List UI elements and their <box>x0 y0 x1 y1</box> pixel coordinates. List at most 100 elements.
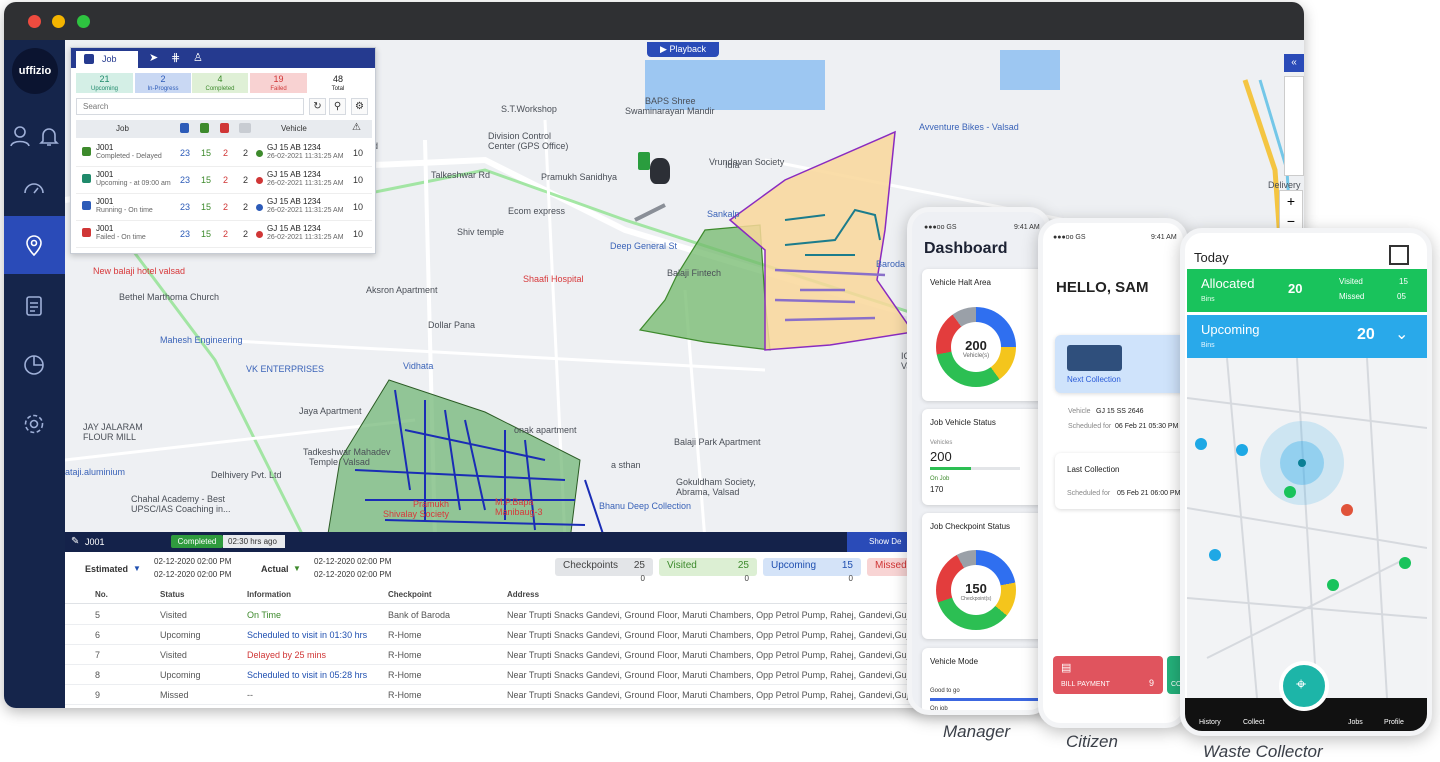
job-row[interactable]: J001 Completed - Delayed 23 15 2 2 GJ 15 AB 12… <box>76 140 372 167</box>
last-collection-card[interactable]: Last Collection Scheduled for 05 Feb 21 … <box>1055 453 1183 509</box>
map-poi-label[interactable]: Abrama, Valsad <box>676 487 739 497</box>
collapse-panel-button[interactable]: « <box>1284 54 1304 72</box>
next-collection-card[interactable]: Next Collection <box>1055 335 1183 393</box>
map-poi-label[interactable]: Division Control <box>488 131 551 141</box>
halt-area-card[interactable]: Vehicle Halt Area 200 Vehicle(s) <box>922 269 1046 401</box>
map-poi-label[interactable]: Mahesh Engineering <box>160 335 243 345</box>
tab-job[interactable]: Job <box>76 51 138 68</box>
map-poi-label[interactable]: Shaafi Hospital <box>523 274 584 284</box>
map-poi-label[interactable]: onak apartment <box>514 425 577 435</box>
navigation-arrow-icon[interactable]: ➤ <box>149 51 158 64</box>
table-row[interactable]: 7 Visited Delayed by 25 mins R-Home Near Tru… <box>65 645 939 665</box>
pill-upcoming[interactable]: Upcoming 15 0 <box>763 558 861 583</box>
map-poi-label[interactable]: S.T.Workshop <box>501 104 557 114</box>
map-poi-label[interactable]: Idia <box>725 160 740 170</box>
close-window-button[interactable] <box>28 15 41 28</box>
map-poi-label[interactable]: Avventure Bikes - Valsad <box>919 122 1019 132</box>
report-icon[interactable] <box>22 294 46 318</box>
pie-chart-icon[interactable] <box>22 353 46 377</box>
bin-marker[interactable] <box>638 152 650 170</box>
settings-icon[interactable]: ⚙ <box>351 98 368 115</box>
map-poi-label[interactable]: Gokuldham Society, <box>676 477 756 487</box>
map-poi-label[interactable]: BAPS Shree <box>645 96 696 106</box>
playback-button[interactable]: ▶ Playback <box>647 42 719 57</box>
pill-visited[interactable]: Visited 25 0 <box>659 558 757 583</box>
sidebar-item-jobs-active[interactable] <box>4 216 65 274</box>
map-poi-label[interactable]: a sthan <box>611 460 641 470</box>
map-poi-label[interactable]: Delhivery Pvt. Ltd <box>211 470 282 480</box>
map-poi-label[interactable]: FLOUR MILL <box>83 432 136 442</box>
bill-payment-button[interactable]: ▤ BILL PAYMENT 9 <box>1053 656 1163 694</box>
nav-profile[interactable]: Profile <box>1384 719 1404 726</box>
map-poi-label[interactable]: Manibaug-3 <box>495 507 543 517</box>
map-poi-label[interactable]: Pramukh Sanidhya <box>541 172 617 182</box>
table-row[interactable]: 6 Upcoming Scheduled to visit in 01:30 hrs… <box>65 625 939 645</box>
map-poi-label[interactable]: Bethel Marthoma Church <box>119 292 219 302</box>
summary-in-progress[interactable]: 2 In-Progress <box>135 73 191 93</box>
zoom-controls[interactable]: + − <box>1279 190 1303 232</box>
collector-map[interactable] <box>1187 358 1427 698</box>
map-poi-label[interactable]: Talkeshwar Rd <box>431 170 490 180</box>
job-row[interactable]: J001 Upcoming - at 09:00 am 23 15 2 2 GJ 15 AB… <box>76 167 372 194</box>
map-poi-label[interactable]: JAY JALARAM <box>83 422 143 432</box>
map-poi-label[interactable]: Shivalay Society <box>383 509 449 519</box>
map-poi-label[interactable]: Aksron Apartment <box>366 285 438 295</box>
table-row[interactable]: 9 Missed -- R-Home Near Trupti Snacks Gandev… <box>65 685 939 705</box>
speedometer-icon[interactable] <box>22 177 46 201</box>
map-poi-label[interactable]: Delivery <box>1268 180 1301 190</box>
minimize-window-button[interactable] <box>52 15 65 28</box>
refresh-icon[interactable]: ↻ <box>309 98 326 115</box>
vehicle-mode-card[interactable]: Vehicle Mode Good to go On job <box>922 648 1046 710</box>
map-poi-label[interactable]: Temple, Valsad <box>309 457 370 467</box>
map-poi-label[interactable]: Pramukh <box>413 499 449 509</box>
map-fab-button[interactable]: ⌖ <box>1279 661 1329 711</box>
map-poi-label[interactable]: Jaya Apartment <box>299 406 362 416</box>
map-poi-label[interactable]: ataji.aluminium <box>65 467 125 477</box>
summary-failed[interactable]: 19 Failed <box>250 73 307 93</box>
job-vehicle-card[interactable]: Job Vehicle Status Vehicles 200 On Job 1… <box>922 409 1046 505</box>
filter-icon[interactable]: ⚲ <box>329 98 346 115</box>
settings-gear-icon[interactable] <box>22 412 46 436</box>
bell-icon[interactable] <box>37 124 61 148</box>
upcoming-card[interactable]: Upcoming Bins 20 ⌄ <box>1187 315 1427 358</box>
pill-checkpoints[interactable]: Checkpoints 25 0 <box>555 558 653 583</box>
map-poi-label[interactable]: Deep General St <box>610 241 677 251</box>
summary-completed[interactable]: 4 Completed <box>192 73 248 93</box>
search-input[interactable]: Search <box>76 98 304 115</box>
map-poi-label[interactable]: M.P.Bapa <box>495 497 533 507</box>
person-icon[interactable]: ♙ <box>193 51 203 64</box>
map-poi-label[interactable]: Vrundavan Society <box>709 157 784 167</box>
table-row[interactable]: 8 Upcoming Scheduled to visit in 05:28 hrs… <box>65 665 939 685</box>
nav-collect[interactable]: Collect <box>1243 719 1264 726</box>
route-icon[interactable]: ⋕ <box>171 51 180 64</box>
map-poi-label[interactable]: Dollar Pana <box>428 320 475 330</box>
map-poi-label[interactable]: Chahal Academy - Best <box>131 494 225 504</box>
job-row[interactable]: J001 Failed - On time 23 15 2 2 GJ 15 AB 1234 2… <box>76 221 372 248</box>
map-layer-controls[interactable] <box>1284 76 1304 176</box>
table-row[interactable]: 5 Visited On Time Bank of Baroda Near Trupti… <box>65 605 939 625</box>
map-poi-label[interactable]: Sankalp <box>707 209 740 219</box>
map-poi-label[interactable]: Ecom express <box>508 206 565 216</box>
collector-figure-icon[interactable] <box>650 158 670 184</box>
qr-code-icon[interactable] <box>1389 245 1409 265</box>
map-poi-label[interactable]: Balaji Park Apartment <box>674 437 761 447</box>
map-poi-label[interactable]: Balaji Fintech <box>667 268 721 278</box>
map-poi-label[interactable]: Center (GPS Office) <box>488 141 568 151</box>
user-icon[interactable] <box>8 124 32 148</box>
checkpoint-status-card[interactable]: Job Checkpoint Status 150 Checkpoint(s) <box>922 513 1046 639</box>
job-row[interactable]: J001 Running - On time 23 15 2 2 GJ 15 AB 1234… <box>76 194 372 221</box>
edit-icon[interactable]: ✎ <box>71 536 79 547</box>
chevron-down-icon[interactable]: ⌄ <box>1395 324 1408 344</box>
summary-upcoming[interactable]: 21 Upcoming <box>76 73 133 93</box>
summary-total[interactable]: 48 Total <box>309 73 367 93</box>
map-poi-label[interactable]: Swaminarayan Mandir <box>625 106 715 116</box>
nav-jobs[interactable]: Jobs <box>1348 719 1363 726</box>
allocated-card[interactable]: Allocated Bins 20 Visited 15 Missed 05 <box>1187 269 1427 312</box>
map-poi-label[interactable]: Tadkeshwar Mahadev <box>303 447 391 457</box>
map-poi-label[interactable]: Shiv temple <box>457 227 504 237</box>
maximize-window-button[interactable] <box>77 15 90 28</box>
map-poi-label[interactable]: VK ENTERPRISES <box>246 364 324 374</box>
nav-history[interactable]: History <box>1199 719 1221 726</box>
map-poi-label[interactable]: Vidhata <box>403 361 433 371</box>
show-details-toggle[interactable]: Show De <box>847 532 915 552</box>
